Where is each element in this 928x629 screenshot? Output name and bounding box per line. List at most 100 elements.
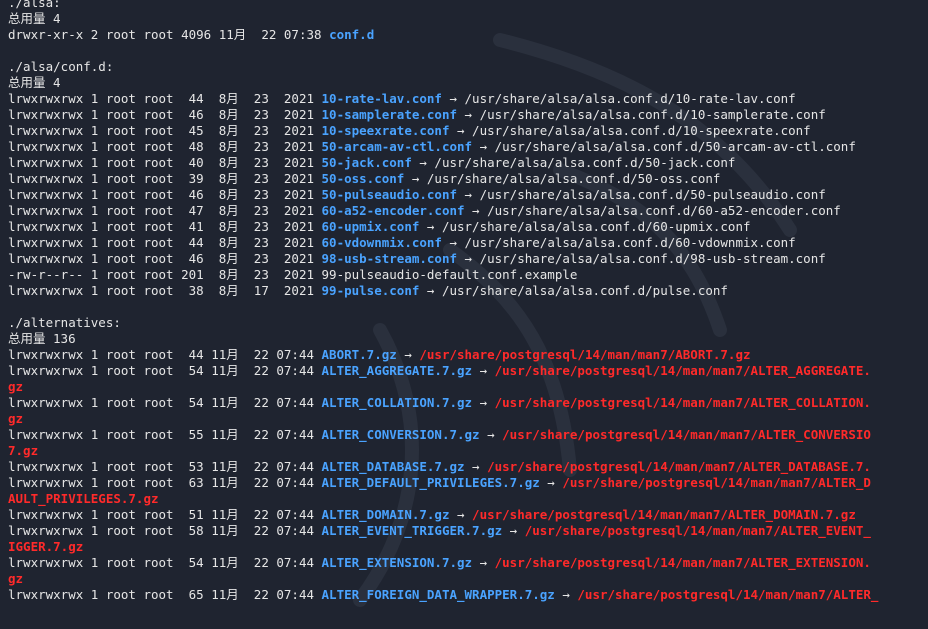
file-metadata: lrwxrwxrwx 1 root root 46 8月 23 2021 (8, 187, 322, 202)
file-name: ALTER_CONVERSION.7.gz (321, 427, 480, 442)
link-target: /usr/share/alsa/alsa.conf.d/50-arcam-av-… (494, 139, 856, 154)
terminal-line: lrwxrwxrwx 1 root root 45 8月 23 2021 10-… (8, 123, 928, 139)
link-target-continuation: IGGER.7.gz (8, 539, 84, 554)
terminal-line: lrwxrwxrwx 1 root root 39 8月 23 2021 50-… (8, 171, 928, 187)
symlink-arrow: → (539, 475, 563, 490)
terminal-line: lrwxrwxrwx 1 root root 48 8月 23 2021 50-… (8, 139, 928, 155)
symlink-arrow: → (472, 555, 495, 570)
link-target: /usr/share/alsa/alsa.conf.d/60-upmix.con… (441, 219, 751, 234)
file-name: ALTER_FOREIGN_DATA_WRAPPER.7.gz (321, 587, 555, 602)
link-target: /usr/share/alsa/alsa.conf.d/10-samplerat… (479, 107, 826, 122)
line-text: 总用量 4 (8, 11, 61, 26)
file-metadata: lrwxrwxrwx 1 root root 38 8月 17 2021 (8, 283, 322, 298)
file-name: 98-usb-stream.conf (321, 251, 457, 266)
symlink-arrow: → (396, 347, 420, 362)
link-target-continuation: gz (8, 379, 24, 394)
file-metadata: lrwxrwxrwx 1 root root 40 8月 23 2021 (8, 155, 322, 170)
line-text: ./alternatives: (8, 315, 121, 330)
symlink-arrow: → (472, 139, 495, 154)
terminal-line: lrwxrwxrwx 1 root root 58 11月 22 07:44 A… (8, 523, 928, 539)
link-target: /usr/share/alsa/alsa.conf.d/50-jack.conf (434, 155, 736, 170)
link-target: /usr/share/postgresql/14/man/man7/ALTER_… (494, 363, 871, 378)
terminal-window[interactable]: ./alsa: 总用量 4 drwxr-xr-x 2 root root 4096 … (0, 0, 928, 629)
terminal-line: lrwxrwxrwx 1 root root 46 8月 23 2021 50-… (8, 187, 928, 203)
symlink-arrow: → (441, 91, 465, 106)
file-name: 50-pulseaudio.conf (321, 187, 457, 202)
terminal-line: gz (8, 571, 928, 587)
terminal-output: ./alsa: 总用量 4 drwxr-xr-x 2 root root 4096 … (8, 0, 928, 603)
file-metadata: lrwxrwxrwx 1 root root 47 8月 23 2021 (8, 203, 322, 218)
terminal-line: lrwxrwxrwx 1 root root 46 8月 23 2021 10-… (8, 107, 928, 123)
link-target: /usr/share/alsa/alsa.conf.d/98-usb-strea… (479, 251, 826, 266)
file-metadata: lrwxrwxrwx 1 root root 55 11月 22 07:44 (8, 427, 322, 442)
line-text: ./alsa: (8, 0, 61, 10)
terminal-line: lrwxrwxrwx 1 root root 65 11月 22 07:44 A… (8, 587, 928, 603)
file-name: ALTER_EXTENSION.7.gz (321, 555, 473, 570)
link-target: /usr/share/postgresql/14/man/man7/ALTER_… (494, 555, 871, 570)
symlink-arrow: → (479, 427, 503, 442)
link-target: /usr/share/postgresql/14/man/man7/ALTER_… (524, 523, 871, 538)
file-metadata: lrwxrwxrwx 1 root root 39 8月 23 2021 (8, 171, 322, 186)
file-name: 10-samplerate.conf (321, 107, 457, 122)
terminal-line: lrwxrwxrwx 1 root root 47 8月 23 2021 60-… (8, 203, 928, 219)
link-target: /usr/share/postgresql/14/man/man7/ALTER_… (562, 475, 871, 490)
terminal-line: gz (8, 379, 928, 395)
symlink-arrow: → (419, 283, 442, 298)
terminal-line: lrwxrwxrwx 1 root root 44 11月 22 07:44 A… (8, 347, 928, 363)
file-name: 50-oss.conf (321, 171, 405, 186)
symlink-arrow: → (404, 171, 427, 186)
terminal-line: lrwxrwxrwx 1 root root 51 11月 22 07:44 A… (8, 507, 928, 523)
file-metadata: lrwxrwxrwx 1 root root 44 8月 23 2021 (8, 91, 322, 106)
file-metadata: lrwxrwxrwx 1 root root 54 11月 22 07:44 (8, 555, 322, 570)
file-name: ALTER_DOMAIN.7.gz (321, 507, 450, 522)
terminal-line: lrwxrwxrwx 1 root root 41 8月 23 2021 60-… (8, 219, 928, 235)
file-name: 99-pulseaudio-default.conf.example (321, 267, 578, 282)
file-metadata: lrwxrwxrwx 1 root root 58 11月 22 07:44 (8, 523, 322, 538)
link-target: /usr/share/alsa/alsa.conf.d/10-speexrate… (472, 123, 811, 138)
file-metadata: lrwxrwxrwx 1 root root 65 11月 22 07:44 (8, 587, 322, 602)
link-target: /usr/share/postgresql/14/man/man7/ALTER_… (494, 395, 871, 410)
file-name: ALTER_EVENT_TRIGGER.7.gz (321, 523, 503, 538)
symlink-arrow: → (449, 123, 473, 138)
file-name: 60-vdownmix.conf (321, 235, 442, 250)
terminal-line: 总用量 4 (8, 11, 928, 27)
symlink-arrow: → (411, 155, 435, 170)
terminal-line: drwxr-xr-x 2 root root 4096 11月 22 07:38… (8, 27, 928, 43)
line-text: 总用量 136 (8, 331, 76, 346)
terminal-line: lrwxrwxrwx 1 root root 46 8月 23 2021 98-… (8, 251, 928, 267)
link-target: /usr/share/alsa/alsa.conf.d/pulse.conf (441, 283, 728, 298)
symlink-arrow: → (449, 507, 473, 522)
file-name: ALTER_AGGREGATE.7.gz (321, 363, 473, 378)
line-text: ./alsa/conf.d: (8, 59, 114, 74)
link-target: /usr/share/postgresql/14/man/man7/ABORT.… (419, 347, 751, 362)
file-name: 50-arcam-av-ctl.conf (321, 139, 473, 154)
link-target: /usr/share/alsa/alsa.conf.d/10-rate-lav.… (464, 91, 796, 106)
file-name: ALTER_COLLATION.7.gz (321, 395, 473, 410)
file-name: 50-jack.conf (321, 155, 412, 170)
file-metadata: lrwxrwxrwx 1 root root 46 8月 23 2021 (8, 107, 322, 122)
terminal-line: lrwxrwxrwx 1 root root 53 11月 22 07:44 A… (8, 459, 928, 475)
file-metadata: lrwxrwxrwx 1 root root 48 8月 23 2021 (8, 139, 322, 154)
symlink-arrow: → (472, 363, 495, 378)
terminal-line: AULT_PRIVILEGES.7.gz (8, 491, 928, 507)
file-metadata: lrwxrwxrwx 1 root root 45 8月 23 2021 (8, 123, 322, 138)
terminal-line: lrwxrwxrwx 1 root root 38 8月 17 2021 99-… (8, 283, 928, 299)
symlink-arrow: → (464, 459, 488, 474)
file-name: 99-pulse.conf (321, 283, 420, 298)
file-metadata: -rw-r--r-- 1 root root 201 8月 23 2021 (8, 267, 322, 282)
symlink-arrow: → (464, 203, 488, 218)
terminal-line: ./alsa/conf.d: (8, 59, 928, 75)
terminal-line: lrwxrwxrwx 1 root root 40 8月 23 2021 50-… (8, 155, 928, 171)
file-metadata: drwxr-xr-x 2 root root 4096 11月 22 07:38 (8, 27, 330, 42)
link-target-continuation: gz (8, 571, 24, 586)
file-name: conf.d (329, 27, 375, 42)
link-target: /usr/share/alsa/alsa.conf.d/60-vdownmix.… (464, 235, 796, 250)
file-metadata: lrwxrwxrwx 1 root root 63 11月 22 07:44 (8, 475, 322, 490)
symlink-arrow: → (502, 523, 525, 538)
terminal-line: 总用量 4 (8, 75, 928, 91)
terminal-line: gz (8, 411, 928, 427)
file-metadata: lrwxrwxrwx 1 root root 46 8月 23 2021 (8, 251, 322, 266)
file-name: ALTER_DEFAULT_PRIVILEGES.7.gz (321, 475, 540, 490)
terminal-line: lrwxrwxrwx 1 root root 55 11月 22 07:44 A… (8, 427, 928, 443)
